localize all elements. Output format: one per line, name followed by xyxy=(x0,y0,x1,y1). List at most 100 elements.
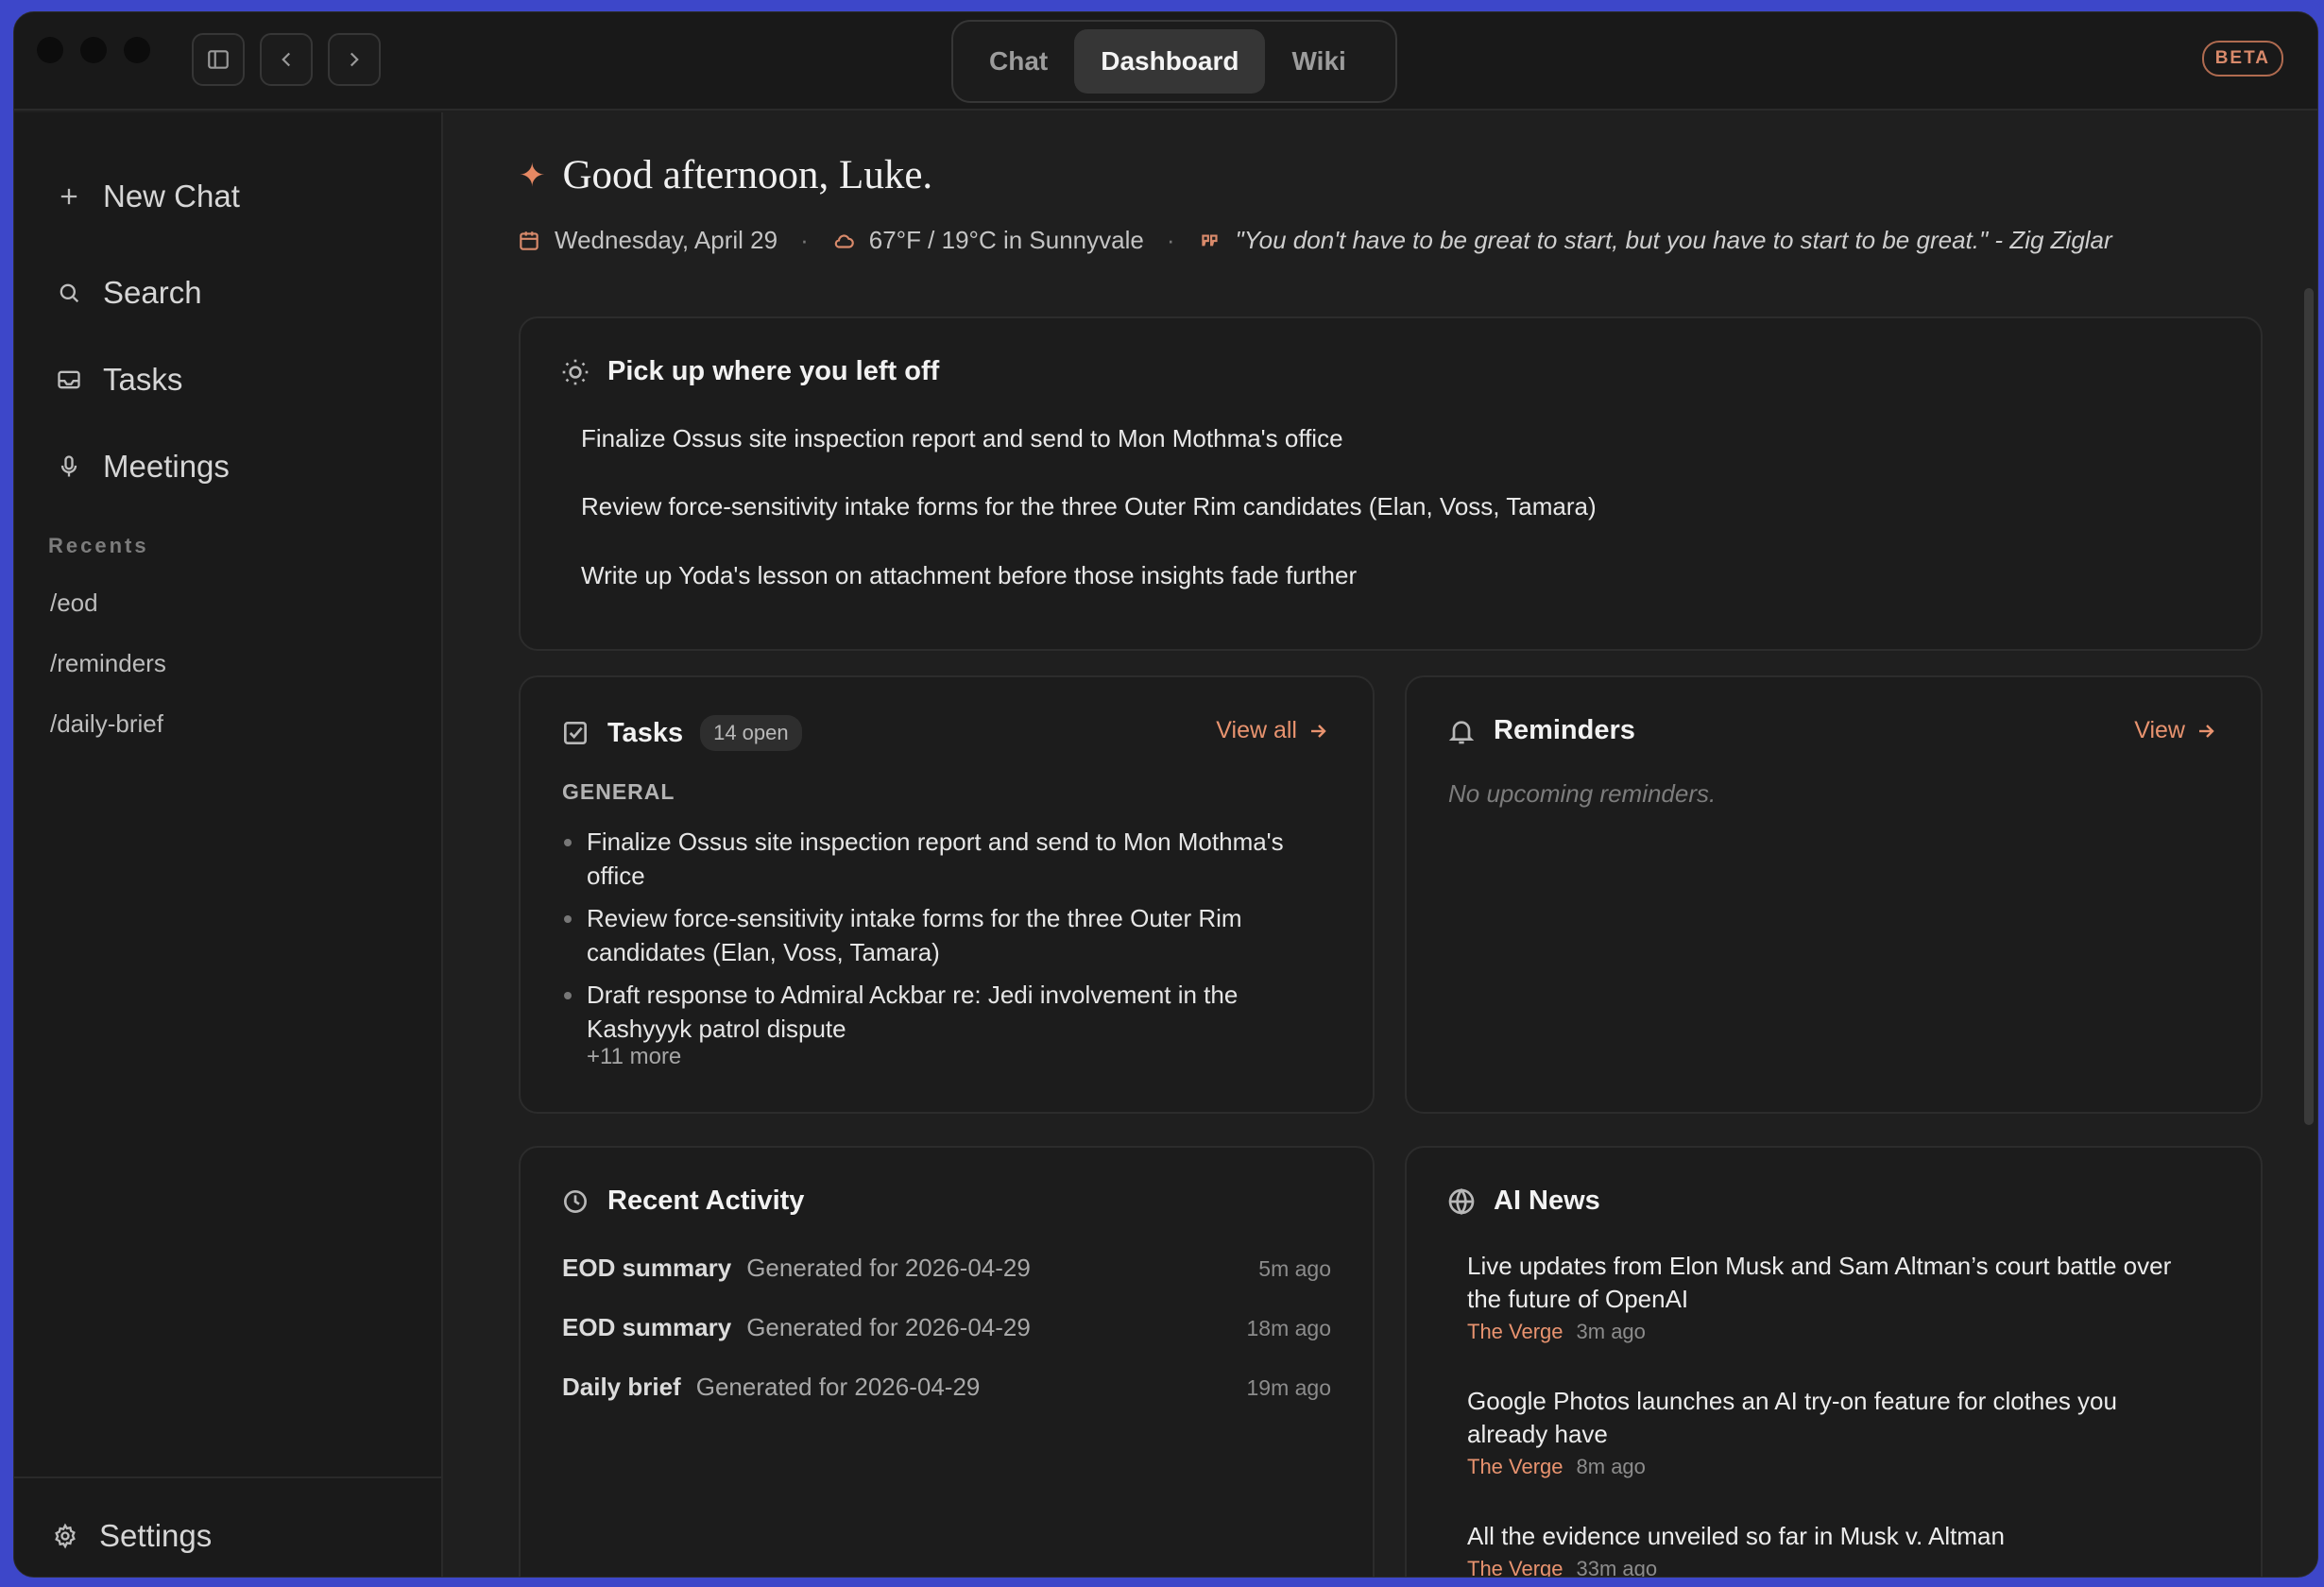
beta-badge: BETA xyxy=(2201,41,2283,77)
activity-row[interactable]: Daily brief Generated for 2026-04-29 19m… xyxy=(562,1373,1331,1402)
sidebar-item-tasks[interactable]: Tasks xyxy=(56,362,182,398)
view-all-label: View all xyxy=(1216,717,1297,743)
sidebar-item-label: Tasks xyxy=(103,362,183,397)
news-meta: The Verge 3m ago xyxy=(1467,1320,2185,1344)
empty-reminders-text: No upcoming reminders. xyxy=(1448,779,1717,808)
bell-icon xyxy=(1448,720,1475,743)
news-time: 8m ago xyxy=(1576,1455,1646,1478)
news-source: The Verge xyxy=(1467,1557,1564,1578)
activity-row[interactable]: EOD summary Generated for 2026-04-29 5m … xyxy=(562,1254,1331,1283)
arrow-right-icon xyxy=(2199,724,2214,738)
separator-dot: · xyxy=(800,226,809,254)
sun-icon xyxy=(562,359,589,384)
quote-icon xyxy=(1201,234,1218,246)
news-item[interactable]: Live updates from Elon Musk and Sam Altm… xyxy=(1467,1250,2185,1344)
news-time: 3m ago xyxy=(1576,1320,1646,1343)
task-item[interactable]: Review force-sensitivity intake forms fo… xyxy=(564,901,1305,969)
globe-icon xyxy=(1448,1187,1475,1215)
news-header: AI News xyxy=(1446,1186,1600,1217)
plus-icon xyxy=(60,188,77,205)
tab-chat[interactable]: Chat xyxy=(963,29,1074,94)
scrollbar[interactable] xyxy=(2304,288,2314,1125)
dashboard-main: ✦ Good afternoon, Luke. Wednesday, April… xyxy=(445,112,2317,1577)
pickup-item[interactable]: Review force-sensitivity intake forms fo… xyxy=(581,492,1597,521)
cloud-icon xyxy=(834,233,854,248)
inbox-icon xyxy=(58,370,80,389)
calendar-icon xyxy=(520,230,538,250)
activity-time: 18m ago xyxy=(1246,1316,1331,1340)
app-window: Chat Dashboard Wiki BETA New Chat Search… xyxy=(13,11,2318,1578)
search-icon xyxy=(60,283,79,303)
activity-description: Generated for 2026-04-29 xyxy=(746,1313,1031,1341)
activity-title: Recent Activity xyxy=(607,1186,805,1216)
news-time: 33m ago xyxy=(1576,1557,1658,1578)
back-button[interactable] xyxy=(260,33,313,86)
recent-item-eod[interactable]: /eod xyxy=(50,589,98,618)
greeting-text: Good afternoon, Luke. xyxy=(562,153,933,197)
view-label: View xyxy=(2134,717,2185,743)
sidebar-item-label: Meetings xyxy=(103,449,230,484)
news-meta: The Verge 8m ago xyxy=(1467,1455,2185,1479)
recent-item-daily-brief[interactable]: /daily-brief xyxy=(50,709,163,739)
news-meta: The Verge 33m ago xyxy=(1467,1557,2185,1578)
reminders-header: Reminders xyxy=(1446,715,1635,746)
gear-icon xyxy=(55,1523,76,1549)
tasks-header: Tasks 14 open xyxy=(560,715,802,751)
new-chat-label: New Chat xyxy=(103,179,240,213)
sidebar: New Chat Search Tasks Meetings Recents /… xyxy=(14,112,443,1577)
weather-text: 67°F / 19°C in Sunnyvale xyxy=(868,226,1144,254)
news-headline: Google Photos launches an AI try-on feat… xyxy=(1467,1387,2117,1448)
minimize-window-button[interactable] xyxy=(80,37,107,63)
tasks-title: Tasks xyxy=(607,717,684,748)
tasks-card: Tasks 14 open View all GENERAL Finalize … xyxy=(519,675,1375,1114)
settings-label: Settings xyxy=(99,1518,213,1553)
settings-button[interactable]: Settings xyxy=(52,1518,212,1554)
open-count-badge: 14 open xyxy=(700,715,802,751)
pickup-title: Pick up where you left off xyxy=(607,356,940,386)
sidebar-item-label: Search xyxy=(103,275,202,310)
activity-type: EOD summary xyxy=(562,1254,732,1282)
activity-header: Recent Activity xyxy=(560,1186,804,1217)
view-reminders-link[interactable]: View xyxy=(2134,717,2217,744)
title-bar: Chat Dashboard Wiki BETA xyxy=(14,12,2317,111)
sidebar-item-meetings[interactable]: Meetings xyxy=(56,449,230,485)
task-item[interactable]: Draft response to Admiral Ackbar re: Jed… xyxy=(564,978,1305,1046)
sparkle-icon: ✦ xyxy=(519,158,546,194)
pickup-item[interactable]: Write up Yoda's lesson on attachment bef… xyxy=(581,561,1357,590)
ai-news-card: AI News Live updates from Elon Musk and … xyxy=(1405,1146,2263,1578)
zoom-window-button[interactable] xyxy=(124,37,150,63)
more-tasks-link[interactable]: +11 more xyxy=(587,1044,681,1070)
pickup-card: Pick up where you left off Finalize Ossu… xyxy=(519,316,2263,651)
tab-dashboard[interactable]: Dashboard xyxy=(1074,29,1266,94)
toggle-sidebar-button[interactable] xyxy=(192,33,245,86)
close-window-button[interactable] xyxy=(37,37,63,63)
day-info: Wednesday, April 29 · 67°F / 19°C in Sun… xyxy=(517,226,2112,255)
pickup-header: Pick up where you left off xyxy=(560,356,939,387)
news-source: The Verge xyxy=(1467,1320,1564,1343)
news-source: The Verge xyxy=(1467,1455,1564,1478)
news-headline: Live updates from Elon Musk and Sam Altm… xyxy=(1467,1252,2172,1313)
view-all-tasks-link[interactable]: View all xyxy=(1216,717,1329,744)
sidebar-icon xyxy=(208,50,229,69)
greeting: ✦ Good afternoon, Luke. xyxy=(519,152,932,198)
reminders-title: Reminders xyxy=(1494,715,1635,745)
activity-row[interactable]: EOD summary Generated for 2026-04-29 18m… xyxy=(562,1313,1331,1342)
news-item[interactable]: Google Photos launches an AI try-on feat… xyxy=(1467,1385,2185,1479)
news-item[interactable]: All the evidence unveiled so far in Musk… xyxy=(1467,1520,2185,1578)
forward-button[interactable] xyxy=(328,33,381,86)
pickup-item[interactable]: Finalize Ossus site inspection report an… xyxy=(581,424,1343,453)
window-controls xyxy=(37,37,150,63)
recent-activity-card: Recent Activity EOD summary Generated fo… xyxy=(519,1146,1375,1577)
quote-text: "You don't have to be great to start, bu… xyxy=(1235,226,2112,254)
chevron-right-icon xyxy=(350,52,359,67)
recent-item-reminders[interactable]: /reminders xyxy=(50,649,166,678)
chevron-left-icon xyxy=(282,52,291,67)
view-switcher: Chat Dashboard Wiki xyxy=(951,20,1397,103)
clock-icon xyxy=(564,1189,587,1213)
news-headline: All the evidence unveiled so far in Musk… xyxy=(1467,1522,2005,1550)
task-item[interactable]: Finalize Ossus site inspection report an… xyxy=(564,825,1305,893)
sidebar-item-search[interactable]: Search xyxy=(56,275,202,311)
date-text: Wednesday, April 29 xyxy=(555,226,778,254)
new-chat-button[interactable]: New Chat xyxy=(56,179,240,214)
tab-wiki[interactable]: Wiki xyxy=(1265,29,1372,94)
